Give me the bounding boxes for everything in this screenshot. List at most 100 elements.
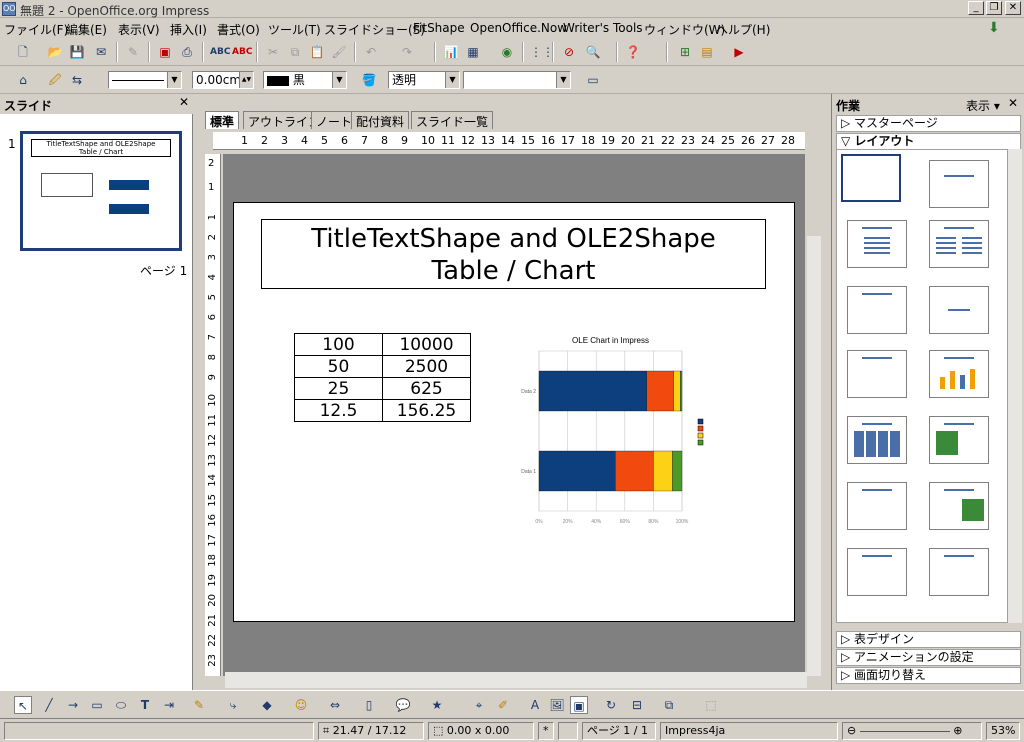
data-table[interactable]: 100 10000 50 2500 25 625 12.5 156.25 xyxy=(294,333,471,422)
section-table-design[interactable]: ▷ 表デザイン xyxy=(836,631,1021,648)
layout-title-table[interactable] xyxy=(847,416,907,464)
layout-text-chart[interactable] xyxy=(847,482,907,530)
email-icon[interactable]: ✉ xyxy=(92,43,110,61)
menu-edit[interactable]: 編集(E) xyxy=(66,21,107,38)
curve-icon[interactable]: ✎ xyxy=(190,696,208,714)
zoom-icon[interactable]: 🔍 xyxy=(584,43,602,61)
clone-format-icon[interactable]: 🖌 xyxy=(330,43,348,61)
slide-canvas[interactable]: TitleTextShape and OLE2Shape Table / Cha… xyxy=(223,154,805,676)
section-master-pages[interactable]: ▷ マスターページ xyxy=(836,115,1021,132)
chart-icon[interactable]: 📊 xyxy=(442,43,460,61)
layout-title-clipart[interactable] xyxy=(929,416,989,464)
connector-icon[interactable]: ⤷ xyxy=(224,696,242,714)
glue-points-icon[interactable]: ✐ xyxy=(494,696,512,714)
autospellcheck-icon[interactable]: ABC xyxy=(232,43,252,61)
line-width-spinner[interactable]: 0.00cm ▲▼ xyxy=(192,71,254,89)
close-icon[interactable]: ✕ xyxy=(179,95,189,109)
spellcheck-icon[interactable]: ABC xyxy=(210,43,230,61)
restore-button[interactable]: ❐ xyxy=(986,1,1002,15)
open-icon[interactable]: 📂 xyxy=(46,43,64,61)
layout-text-object[interactable] xyxy=(929,548,989,596)
menu-openoffice-now[interactable]: OpenOffice.Now xyxy=(470,21,567,35)
slide-title[interactable]: TitleTextShape and OLE2Shape Table / Cha… xyxy=(261,219,766,289)
slide-design-icon[interactable]: ▤ xyxy=(698,43,716,61)
from-file-icon[interactable]: 🖼 xyxy=(548,696,566,714)
rotate-icon[interactable]: ↻ xyxy=(602,696,620,714)
layout-centered-text[interactable] xyxy=(929,286,989,334)
arrow-style-icon[interactable]: ⇆ xyxy=(68,71,86,89)
line-icon[interactable]: 🖉 xyxy=(46,71,64,89)
vertical-scrollbar[interactable] xyxy=(807,236,821,676)
minimize-button[interactable]: _ xyxy=(968,1,984,15)
menu-fitshape[interactable]: FitShape xyxy=(413,21,465,35)
symbol-shapes-icon[interactable]: ☺ xyxy=(292,696,310,714)
select-icon[interactable]: ↖ xyxy=(14,696,32,714)
layout-blank[interactable] xyxy=(841,154,901,202)
zoom-percent[interactable]: 53% xyxy=(986,722,1020,740)
extrusion-icon[interactable]: ⬚ xyxy=(702,696,720,714)
layout-title-chart[interactable] xyxy=(929,350,989,398)
insert-slide-icon[interactable]: ⊞ xyxy=(676,43,694,61)
undo-icon[interactable]: ↶ xyxy=(362,43,380,61)
show-draw-functions-icon[interactable]: ⊘ xyxy=(560,43,578,61)
section-custom-animation[interactable]: ▷ アニメーションの設定 xyxy=(836,649,1021,666)
basic-shapes-icon[interactable]: ◆ xyxy=(258,696,276,714)
navigator-icon[interactable]: ◉ xyxy=(498,43,516,61)
arrange-icon[interactable]: ⧉ xyxy=(660,696,678,714)
redo-icon[interactable]: ↷ xyxy=(398,43,416,61)
line-color-select[interactable]: 黒 ▼ xyxy=(263,71,347,89)
shadow-icon[interactable]: ▭ xyxy=(584,71,602,89)
table-icon[interactable]: ▦ xyxy=(464,43,482,61)
paste-icon[interactable]: 📋 xyxy=(308,43,326,61)
tab-slide-sorter[interactable]: スライド一覧 xyxy=(411,111,494,129)
callouts-icon[interactable]: 💬 xyxy=(394,696,412,714)
tab-normal[interactable]: 標準 xyxy=(205,111,240,129)
close-window-button[interactable]: ✕ xyxy=(1005,1,1021,15)
menu-writers-tools[interactable]: Writer's Tools xyxy=(563,21,643,35)
menu-view[interactable]: 表示(V) xyxy=(118,21,160,38)
zoom-slider[interactable]: ⊖ ⊕ xyxy=(842,722,982,740)
rectangle-icon[interactable]: ▭ xyxy=(88,696,106,714)
menu-window[interactable]: ウィンドウ(W) xyxy=(644,21,725,38)
fit-text-icon[interactable]: ⇥ xyxy=(160,696,178,714)
line-tool-icon[interactable]: ╱ xyxy=(40,696,58,714)
layout-chart-text[interactable] xyxy=(847,548,907,596)
update-icon[interactable]: ⬇ xyxy=(988,20,1000,36)
close-icon[interactable]: ✕ xyxy=(1008,96,1018,110)
arrow-line-icon[interactable]: → xyxy=(64,696,82,714)
stars-icon[interactable]: ★ xyxy=(428,696,446,714)
new-icon[interactable]: 🗋 xyxy=(14,43,32,61)
help-icon[interactable]: ❓ xyxy=(624,43,642,61)
line-style-select[interactable]: ▼ xyxy=(108,71,182,89)
layout-title-object[interactable] xyxy=(847,286,907,334)
block-arrows-icon[interactable]: ⇔ xyxy=(326,696,344,714)
status-modified[interactable]: * xyxy=(538,722,554,740)
task-pane-view-menu[interactable]: 表示 ▾ xyxy=(966,97,1000,114)
copy-icon[interactable]: ⧉ xyxy=(286,43,304,61)
layouts-scrollbar[interactable] xyxy=(1008,149,1022,623)
ellipse-icon[interactable]: ⬭ xyxy=(112,696,130,714)
alignment-icon[interactable]: ⊟ xyxy=(628,696,646,714)
ole-chart[interactable]: OLE Chart in Impress 0% 20% 40% 60% 80% 100% Da… xyxy=(504,333,714,528)
slide[interactable]: TitleTextShape and OLE2Shape Table / Cha… xyxy=(233,202,795,622)
area-style-select[interactable]: 透明 ▼ xyxy=(388,71,460,89)
menu-help[interactable]: ヘルプ(H) xyxy=(716,21,770,38)
fontwork-icon[interactable]: A xyxy=(526,696,544,714)
area-icon[interactable]: 🪣 xyxy=(360,71,378,89)
text-icon[interactable]: T xyxy=(136,696,154,714)
layout-title-text[interactable] xyxy=(847,350,907,398)
layout-title-content[interactable] xyxy=(847,220,907,268)
save-icon[interactable]: 💾 xyxy=(68,43,86,61)
slide-thumbnail[interactable]: TitleTextShape and OLE2Shape Table / Cha… xyxy=(20,131,182,251)
section-layouts[interactable]: ▽ レイアウト xyxy=(836,133,1021,150)
menu-slideshow[interactable]: スライドショー(S) xyxy=(324,21,425,38)
area-fill-select[interactable]: ▼ xyxy=(463,71,571,89)
menu-file[interactable]: ファイル(F) xyxy=(4,21,68,38)
points-icon[interactable]: ⌖ xyxy=(470,696,488,714)
line-style-icon[interactable]: ⌂ xyxy=(14,71,32,89)
grid-icon[interactable]: ⋮⋮ xyxy=(530,43,554,61)
tab-handouts[interactable]: 配付資料 xyxy=(351,111,410,129)
edit-file-icon[interactable]: ✎ xyxy=(124,43,142,61)
gallery-icon[interactable]: ▣ xyxy=(570,696,588,714)
section-slide-transition[interactable]: ▷ 画面切り替え xyxy=(836,667,1021,684)
